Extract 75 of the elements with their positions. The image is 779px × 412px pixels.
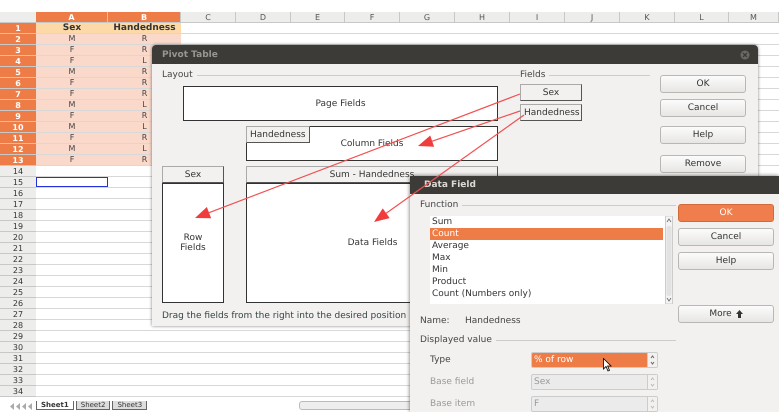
row-header: 30 — [0, 342, 36, 353]
row-header: 27 — [0, 309, 36, 320]
table-cell: F — [36, 155, 108, 165]
column-header: J — [565, 12, 620, 23]
row-header: 32 — [0, 364, 36, 375]
field-label: Base field — [429, 376, 476, 386]
row-header: 15 — [0, 177, 36, 188]
column-header: F — [345, 12, 400, 23]
column-header: H — [455, 12, 510, 23]
column-header: I — [510, 12, 565, 23]
row-header: 1 — [0, 23, 36, 34]
section-label: Displayed value — [420, 335, 492, 345]
row-header: 3 — [0, 45, 36, 56]
row-header: 10 — [0, 122, 36, 133]
column-header: B — [108, 12, 181, 23]
table-cell: M — [36, 100, 108, 110]
row-header: 16 — [0, 188, 36, 199]
row-header: 23 — [0, 265, 36, 276]
row-header: 6 — [0, 78, 36, 89]
row-header: 11 — [0, 133, 36, 144]
row-header: 20 — [0, 232, 36, 243]
column-header: C — [181, 12, 236, 23]
table-cell: F — [36, 111, 108, 121]
table-cell: M — [36, 122, 108, 132]
table-cell: Handedness — [108, 23, 181, 33]
table-cell: M — [36, 34, 108, 44]
table-cell: R — [108, 34, 181, 44]
row-header: 13 — [0, 155, 36, 166]
table-cell: M — [36, 67, 108, 77]
area-label: Page Fields — [315, 98, 366, 108]
table-cell: M — [36, 144, 108, 154]
column-header: L — [675, 12, 729, 23]
row-header: 9 — [0, 111, 36, 122]
row-header: 21 — [0, 243, 36, 254]
hint-text: Drag the fields from the right into the desired position — [162, 311, 406, 321]
table-cell: F — [36, 56, 108, 66]
row-header: 18 — [0, 210, 36, 221]
row-header: 5 — [0, 67, 36, 78]
row-header: 33 — [0, 375, 36, 386]
row-header: 24 — [0, 276, 36, 287]
column-header: E — [291, 12, 345, 23]
row-header: 2 — [0, 34, 36, 45]
name-value: Handedness — [465, 316, 521, 326]
row-header: 14 — [0, 166, 36, 177]
row-header: 8 — [0, 100, 36, 111]
row-header: 26 — [0, 298, 36, 309]
table-cell: F — [36, 133, 108, 143]
column-header: K — [620, 12, 675, 23]
table-cell: F — [36, 89, 108, 99]
section-label: Fields — [520, 70, 546, 80]
area-label: Row Fields — [179, 233, 207, 253]
area-label: Data Fields — [348, 238, 398, 248]
row-header: 29 — [0, 331, 36, 342]
row-header: 4 — [0, 56, 36, 67]
field-label: Base item — [429, 398, 476, 408]
window-title: Data Field — [424, 180, 476, 190]
row-header: 25 — [0, 287, 36, 298]
row-header: 31 — [0, 353, 36, 364]
section-label: Function — [420, 200, 458, 210]
row-header: 19 — [0, 221, 36, 232]
column-header: A — [36, 12, 108, 23]
row-header: 7 — [0, 89, 36, 100]
column-header: M — [729, 12, 779, 23]
row-header: 22 — [0, 254, 36, 265]
table-cell: F — [36, 78, 108, 88]
row-header: 17 — [0, 199, 36, 210]
row-header: 12 — [0, 144, 36, 155]
column-header: G — [400, 12, 455, 23]
row-header: 28 — [0, 320, 36, 331]
table-cell: F — [36, 45, 108, 55]
column-header: D — [236, 12, 291, 23]
table-cell: Sex — [36, 23, 108, 33]
field-label: Name: — [420, 316, 451, 326]
row-header: 34 — [0, 386, 36, 397]
field-label: Type — [429, 354, 452, 364]
